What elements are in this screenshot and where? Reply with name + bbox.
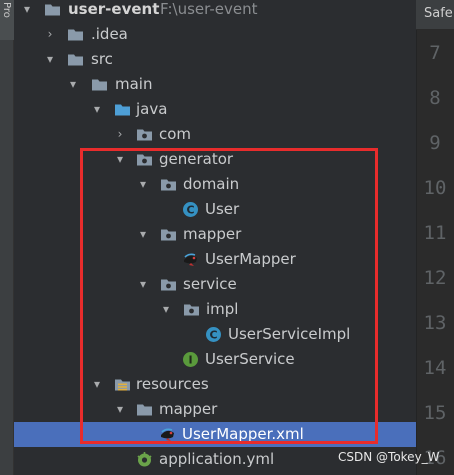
project-name: user-event: [68, 0, 160, 18]
project-path: F:\user-event: [160, 0, 258, 18]
tree-row-com[interactable]: › com: [14, 122, 416, 147]
project-tool-window-strip: Pro: [0, 0, 14, 475]
line-number: 9: [429, 132, 441, 154]
chevron-down-icon[interactable]: ▾: [44, 47, 56, 72]
chevron-down-icon[interactable]: ▾: [67, 72, 79, 97]
package-icon: [136, 126, 153, 143]
folder-icon: [67, 51, 84, 68]
tree-row-project-root[interactable]: ▾ user-event F:\user-event: [14, 0, 416, 22]
line-number: 11: [423, 222, 447, 244]
editor-tab-label: Safe: [424, 6, 453, 21]
line-number: 14: [423, 357, 447, 379]
project-folder-icon: [44, 1, 61, 18]
tree-row-java[interactable]: ▾ java: [14, 97, 416, 122]
tree-item-label: application.yml: [159, 450, 275, 468]
source-folder-icon: [114, 101, 131, 118]
tree-item-label: com: [159, 125, 192, 143]
line-number: 8: [429, 87, 441, 109]
chevron-down-icon[interactable]: ▾: [21, 0, 33, 22]
line-number: 10: [423, 177, 447, 199]
chevron-right-icon[interactable]: ›: [114, 122, 126, 147]
highlight-box: [80, 148, 378, 444]
project-tool-tab-label: Pro: [1, 2, 12, 18]
tree-item-label: src: [91, 50, 113, 68]
line-number: 13: [423, 312, 447, 334]
folder-icon: [91, 76, 108, 93]
tree-row-main[interactable]: ▾ main: [14, 72, 416, 97]
yaml-file-icon: [136, 451, 153, 468]
tree-row-src[interactable]: ▾ src: [14, 47, 416, 72]
line-number: 15: [423, 402, 447, 424]
tree-row-idea[interactable]: › .idea: [14, 22, 416, 47]
chevron-down-icon[interactable]: ▾: [91, 97, 103, 122]
tree-item-label: .idea: [91, 25, 128, 43]
tree-item-label: main: [115, 75, 153, 93]
line-number: 12: [423, 267, 447, 289]
project-tool-tab[interactable]: Pro: [0, 0, 14, 40]
chevron-right-icon[interactable]: ›: [44, 22, 56, 47]
watermark: CSDN @Tokey_W: [338, 450, 440, 464]
editor-tab[interactable]: Safe: [416, 0, 454, 30]
folder-icon: [67, 26, 84, 43]
line-number: 7: [429, 42, 441, 64]
tree-item-label: java: [136, 100, 168, 118]
